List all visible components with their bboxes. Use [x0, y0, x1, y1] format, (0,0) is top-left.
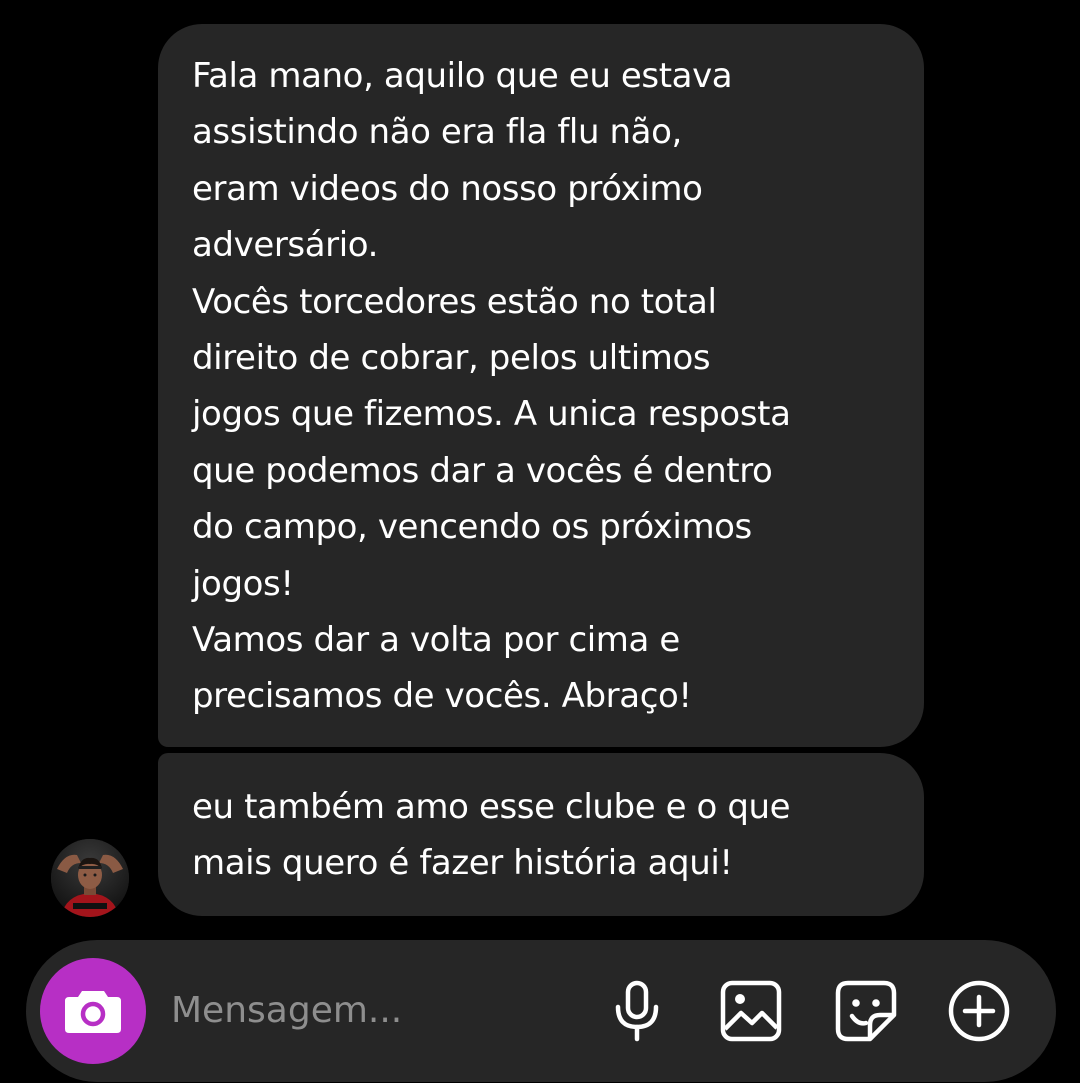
gallery-button[interactable] — [718, 978, 784, 1044]
message-text-line: jogos! — [192, 563, 294, 604]
message-composer — [26, 940, 1056, 1082]
message-text-line: eu também amo esse clube e o que — [192, 787, 791, 827]
message-text-line: Vocês torcedores estão no total — [192, 281, 717, 322]
message-text-line: eram videos do nosso próximo — [192, 168, 703, 209]
message-text-line: que podemos dar a vocês é dentro — [192, 450, 773, 491]
sender-avatar[interactable] — [51, 839, 129, 917]
message-text-line: assistindo não era fla flu não, — [192, 112, 682, 153]
message-text-line: precisamos de vocês. Abraço! — [192, 676, 692, 717]
voice-message-button[interactable] — [604, 978, 670, 1044]
message-text-line: Fala mano, aquilo que eu estava — [192, 56, 733, 96]
sticker-icon — [835, 980, 897, 1042]
received-message-bubble[interactable]: Fala mano, aquilo que eu estava assistin… — [158, 24, 924, 747]
camera-icon — [65, 991, 121, 1033]
message-text-line: jogos que fizemos. A unica resposta — [192, 394, 791, 435]
message-text-line: Vamos dar a volta por cima e — [192, 620, 680, 661]
message-text-line: do campo, vencendo os próximos — [192, 507, 752, 548]
message-text-line: mais quero é fazer história aqui! — [192, 843, 733, 884]
received-message-bubble[interactable]: eu também amo esse clube e o que mais qu… — [158, 753, 924, 916]
message-text-line: direito de cobrar, pelos ultimos — [192, 338, 711, 379]
sticker-button[interactable] — [833, 978, 899, 1044]
message-input[interactable] — [171, 980, 591, 1040]
camera-button[interactable] — [40, 958, 146, 1064]
gallery-icon — [720, 980, 782, 1042]
more-options-button[interactable] — [946, 978, 1012, 1044]
avatar-photo — [51, 839, 129, 917]
microphone-icon — [615, 980, 659, 1042]
add-icon — [948, 980, 1010, 1042]
message-text-line: adversário. — [192, 225, 379, 266]
